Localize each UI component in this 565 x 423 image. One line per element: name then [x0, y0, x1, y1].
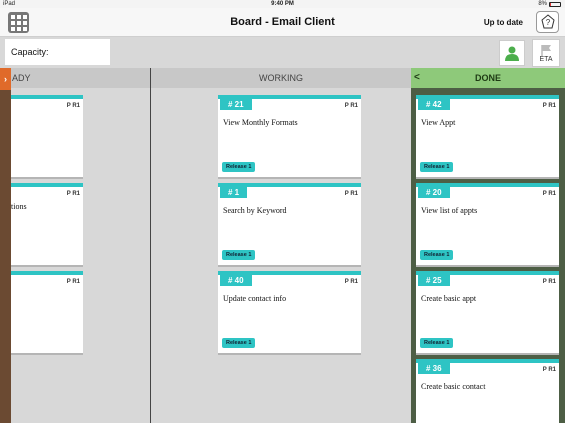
board-toolbar: Capacity: ETA [0, 37, 565, 68]
card-title: Create basic appt [421, 294, 477, 303]
priority-label: P R1 [542, 279, 556, 285]
card-title: Create basic contact [421, 382, 486, 391]
column-working-header[interactable]: WORKING [151, 68, 411, 88]
release-badge[interactable]: Release 1 [222, 338, 256, 348]
priority-label: P R1 [344, 191, 358, 197]
priority-label: P R1 [344, 279, 358, 285]
card-number: # 42 [418, 99, 450, 110]
collapsed-column-strip [0, 68, 11, 423]
priority-label: P R1 [66, 191, 80, 197]
app-header: Board - Email Client Up to date ? [0, 8, 565, 37]
user-icon [505, 46, 519, 61]
card-title: View Monthly Formats [223, 118, 298, 127]
help-icon: ? [540, 14, 555, 29]
help-button[interactable]: ? [536, 11, 559, 33]
card-number: # 21 [220, 99, 252, 110]
flag-icon [541, 44, 551, 56]
svg-text:?: ? [545, 18, 550, 27]
eta-button[interactable]: ETA [532, 39, 560, 67]
capacity-field[interactable]: Capacity: [5, 39, 110, 65]
kanban-board: iPad 9:40 PM 8% Board - Email Client Up … [0, 0, 565, 423]
eta-label: ETA [539, 55, 553, 63]
column-done: < DONE # 42 P R1 View Appt Release 1 # 2… [411, 68, 565, 423]
story-card[interactable]: P R1 [8, 95, 83, 177]
card-number: # 40 [220, 275, 252, 286]
release-badge[interactable]: Release 1 [420, 250, 454, 260]
column-working: WORKING # 21 P R1 View Monthly Formats R… [151, 68, 411, 423]
priority-label: P R1 [66, 103, 80, 109]
chevron-left-icon[interactable]: < [414, 68, 420, 88]
story-card[interactable]: # 36 P R1 Create basic contact [416, 359, 559, 423]
story-card[interactable]: # 20 P R1 View list of appts Release 1 [416, 183, 559, 265]
card-number: # 20 [418, 187, 450, 198]
battery-percent: 8% [538, 1, 547, 7]
page-title: Board - Email Client [230, 16, 335, 28]
column-ready-header[interactable]: ADY [0, 68, 150, 88]
release-badge[interactable]: Release 1 [222, 162, 256, 172]
story-card[interactable]: # 42 P R1 View Appt Release 1 [416, 95, 559, 177]
status-bar: iPad 9:40 PM 8% [0, 0, 565, 8]
card-number: # 1 [220, 187, 248, 198]
release-badge[interactable]: Release 1 [222, 250, 256, 260]
clock: 9:40 PM [271, 1, 294, 7]
story-card[interactable]: P R1 tions [8, 183, 83, 265]
story-card[interactable]: # 40 P R1 Update contact info Release 1 [218, 271, 361, 353]
story-card[interactable]: # 1 P R1 Search by Keyword Release 1 [218, 183, 361, 265]
collapse-left-icon[interactable]: › [0, 68, 11, 90]
priority-label: P R1 [66, 279, 80, 285]
release-badge[interactable]: Release 1 [420, 162, 454, 172]
column-done-title: DONE [474, 73, 501, 83]
release-badge[interactable]: Release 1 [420, 338, 454, 348]
battery-indicator: 8% [538, 0, 561, 8]
card-title: View Appt [421, 118, 456, 127]
priority-label: P R1 [542, 367, 556, 373]
card-title: tions [11, 202, 27, 211]
sync-status: Up to date [483, 18, 523, 27]
column-working-title: WORKING [259, 73, 303, 83]
user-filter-button[interactable] [499, 40, 525, 66]
priority-label: P R1 [542, 103, 556, 109]
priority-label: P R1 [542, 191, 556, 197]
column-done-header[interactable]: < DONE [411, 68, 565, 88]
card-title: Search by Keyword [223, 206, 287, 215]
priority-label: P R1 [344, 103, 358, 109]
story-card[interactable]: # 25 P R1 Create basic appt Release 1 [416, 271, 559, 353]
story-card[interactable]: # 21 P R1 View Monthly Formats Release 1 [218, 95, 361, 177]
card-title: Update contact info [223, 294, 287, 303]
story-card[interactable]: P R1 [8, 271, 83, 353]
card-number: # 36 [418, 363, 450, 374]
column-ready: ADY P R1 P R1 tions P R1 [0, 68, 150, 423]
card-title: View list of appts [421, 206, 478, 215]
card-number: # 25 [418, 275, 450, 286]
battery-icon [549, 1, 561, 7]
